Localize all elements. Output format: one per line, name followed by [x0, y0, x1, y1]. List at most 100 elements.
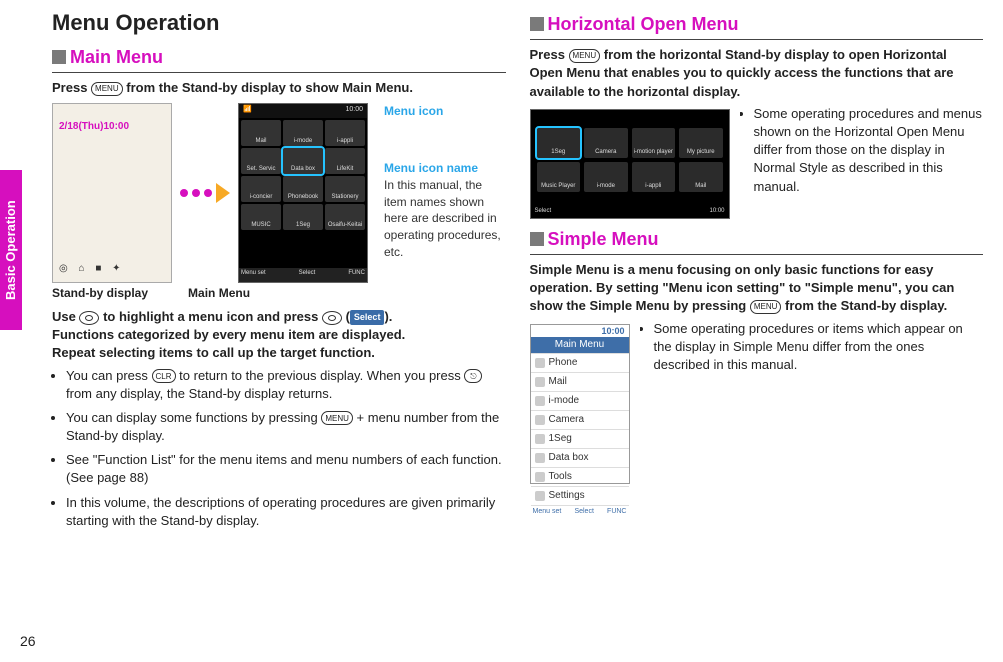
section-simple-menu: Simple Menu	[530, 227, 984, 255]
text: Press	[52, 80, 91, 95]
main-menu-grid: Mail i-mode i-appli Set. Servic Data box…	[239, 118, 367, 268]
simple-item: Mail	[531, 372, 629, 391]
text: i-mode	[549, 394, 580, 408]
menu-key-icon: MENU	[91, 82, 123, 96]
page-title: Menu Operation	[52, 8, 506, 41]
tv-icon	[535, 434, 545, 444]
menu-icon: Stationery	[325, 176, 365, 202]
annotation-title: Menu icon	[384, 104, 443, 118]
settings-icon	[535, 491, 545, 501]
horizontal-notes: Some operating procedures and menus show…	[740, 105, 984, 202]
text: You can press	[66, 368, 152, 383]
simple-item: Data box	[531, 448, 629, 467]
simple-item: Phone	[531, 353, 629, 372]
hori-icon: i-motion player	[632, 128, 676, 158]
text: Functions categorized by every menu item…	[52, 327, 405, 342]
hori-icon: My picture	[679, 128, 723, 158]
menu-icon: Phonebook	[283, 176, 323, 202]
annotation-menu-icon: Menu icon	[384, 103, 506, 120]
simple-item: i-mode	[531, 391, 629, 410]
caption-main-menu: Main Menu	[188, 285, 250, 302]
softkey-right: FUNC	[607, 507, 626, 517]
menu-icon: i-mode	[283, 120, 323, 146]
figures-row: 2/18(Thu)10:00 ◎ ⌂ ■ ✦ 📶10:00 Mail i-mod…	[52, 103, 506, 283]
hori-icon-selected: 1Seg	[537, 128, 581, 158]
standby-date: 2/18(Thu)10:00	[59, 120, 129, 134]
select-chip: Select	[350, 310, 385, 325]
simple-lead: Simple Menu is a menu focusing on only b…	[530, 261, 984, 316]
menu-icon: Set. Servic	[241, 148, 281, 174]
transition-arrow-icon	[180, 183, 230, 203]
softkey-left: Menu set	[533, 507, 562, 517]
hori-icon: i-appli	[632, 162, 676, 192]
section-horizontal-menu: Horizontal Open Menu	[530, 12, 984, 40]
list-item: See "Function List" for the menu items a…	[66, 451, 506, 487]
menu-icon: 1Seg	[283, 204, 323, 230]
standby-figure-wrap: 2/18(Thu)10:00 ◎ ⌂ ■ ✦	[52, 103, 172, 283]
annotation-menu-icon-name: Menu icon name In this manual, the item …	[384, 160, 506, 261]
figure-captions: Stand-by display Main Menu	[52, 285, 506, 302]
list-item: You can press CLR to return to the previ…	[66, 367, 506, 403]
text: ).	[384, 309, 392, 324]
simple-figure-wrap: 10:00 Main Menu Phone Mail i-mode Camera…	[530, 324, 630, 484]
simple-notes: Some operating procedures or items which…	[640, 320, 984, 381]
list-item: Some operating procedures and menus show…	[754, 105, 984, 196]
simple-row: 10:00 Main Menu Phone Mail i-mode Camera…	[530, 320, 984, 488]
hori-icon: Music Player	[537, 162, 581, 192]
text: 1Seg	[549, 432, 572, 446]
menu-icon-selected: Data box	[283, 148, 323, 174]
simple-item: Settings	[531, 486, 629, 505]
left-column: Menu Operation Main Menu Press MENU from…	[52, 8, 506, 652]
standby-bottom-icons: ◎ ⌂ ■ ✦	[59, 262, 125, 276]
menu-icon: i-concier	[241, 176, 281, 202]
simple-menu-figure: 10:00 Main Menu Phone Mail i-mode Camera…	[530, 324, 630, 484]
simple-item: Camera	[531, 410, 629, 429]
text: Settings	[549, 489, 585, 503]
softkey-right: FUNC	[348, 269, 365, 281]
use-instruction: Use to highlight a menu icon and press (…	[52, 308, 506, 363]
nav-key-icon	[79, 311, 99, 325]
text: Mail	[549, 375, 567, 389]
text: Phone	[549, 356, 578, 370]
section-marker-icon	[530, 17, 544, 31]
text: to return to the previous display. When …	[179, 368, 464, 383]
annotation-body: In this manual, the item names shown her…	[384, 178, 501, 259]
page-content: Menu Operation Main Menu Press MENU from…	[42, 0, 1003, 662]
standby-display-figure: 2/18(Thu)10:00 ◎ ⌂ ■ ✦	[52, 103, 172, 283]
menu-key-icon: MENU	[569, 49, 601, 63]
phone-icon	[535, 358, 545, 368]
menu-icon: Mail	[241, 120, 281, 146]
sidebar: Basic Operation 26	[0, 0, 42, 662]
text: Camera	[549, 413, 585, 427]
softkey-center: Select	[299, 269, 316, 281]
main-menu-lead: Press MENU from the Stand-by display to …	[52, 79, 506, 97]
hori-time: 10:00	[709, 207, 724, 215]
menu-key-icon: MENU	[321, 411, 353, 425]
menu-icon: Osaifu-Keitai	[325, 204, 365, 230]
menu-icon: MUSIC	[241, 204, 281, 230]
main-menu-softkeys: Menu set Select FUNC	[239, 268, 367, 282]
horizontal-figure-wrap: 1Seg Camera i-motion player My picture M…	[530, 109, 730, 219]
section-marker-icon	[52, 50, 66, 64]
text: Use	[52, 309, 79, 324]
menu-key-icon: MENU	[750, 300, 782, 314]
text: Press	[530, 47, 569, 62]
camera-icon	[535, 415, 545, 425]
clr-key-icon: CLR	[152, 369, 176, 383]
mail-icon	[535, 377, 545, 387]
softkey-center: Select	[574, 507, 593, 517]
main-menu-notes: You can press CLR to return to the previ…	[52, 367, 506, 531]
horizontal-row: 1Seg Camera i-motion player My picture M…	[530, 105, 984, 223]
hori-softkey-left: Select	[535, 207, 552, 215]
hori-icon: i-mode	[584, 162, 628, 192]
main-menu-figure-wrap: 📶10:00 Mail i-mode i-appli Set. Servic D…	[238, 103, 368, 283]
menu-icon: i-appli	[325, 120, 365, 146]
tools-icon	[535, 472, 545, 482]
horizontal-menu-figure: 1Seg Camera i-motion player My picture M…	[530, 109, 730, 219]
simple-time: 10:00	[531, 325, 629, 338]
section-simple-menu-label: Simple Menu	[548, 229, 659, 249]
main-menu-time: 10:00	[345, 105, 363, 117]
text: from any display, the Stand-by display r…	[66, 386, 332, 401]
text: Repeat selecting items to call up the ta…	[52, 345, 375, 360]
side-tab-label: Basic Operation	[0, 170, 22, 330]
